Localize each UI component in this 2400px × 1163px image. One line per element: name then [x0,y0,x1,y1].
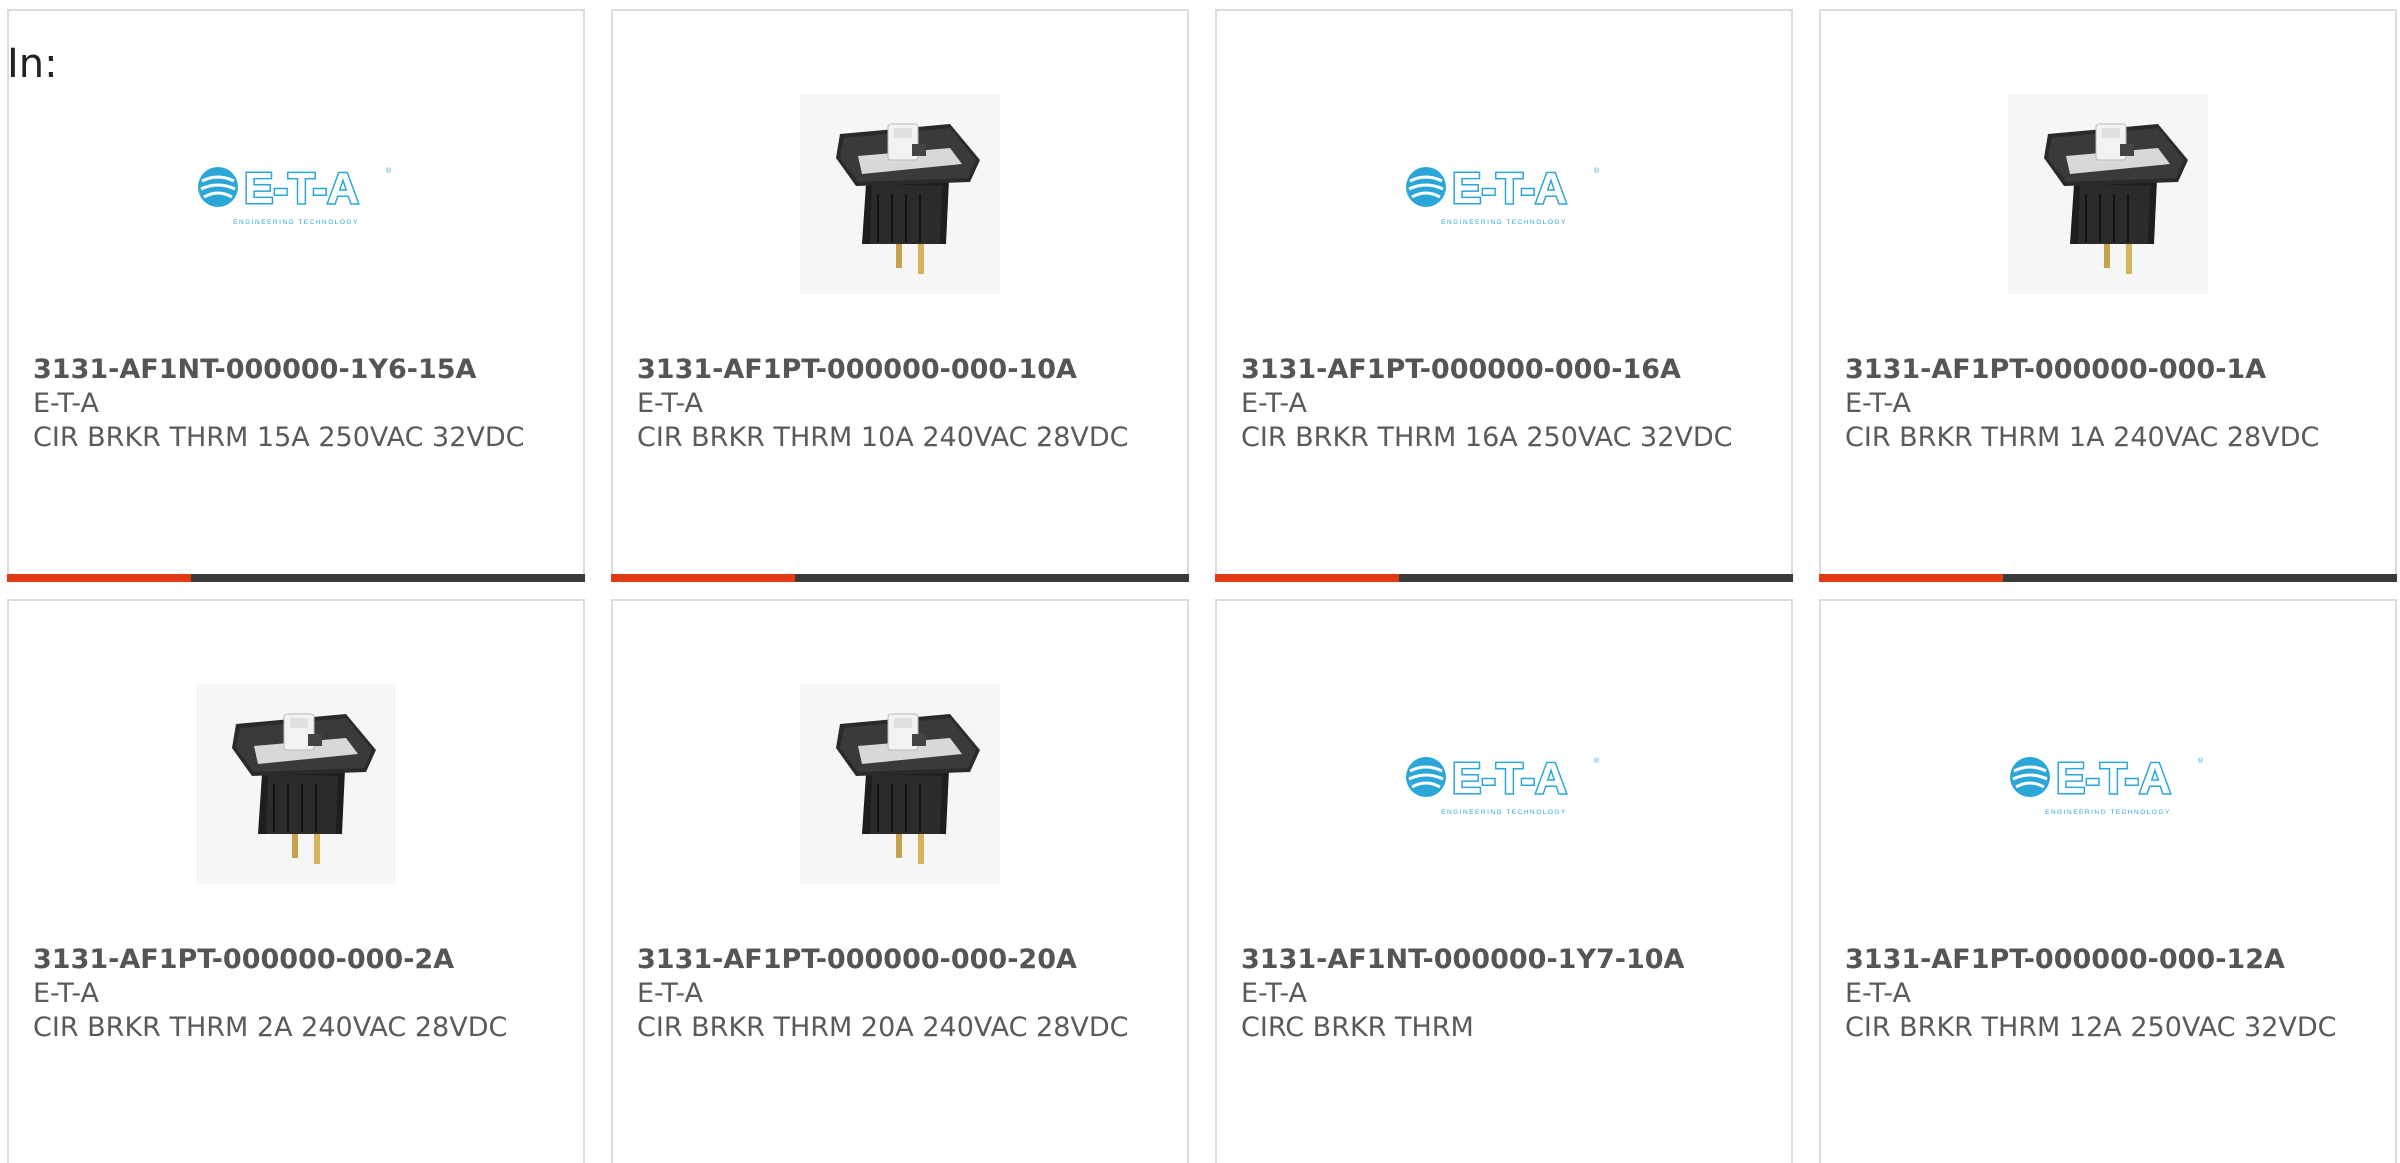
rocker-switch-icon [196,684,396,884]
eta-logo-icon: E-T-A ENGINEERING TECHNOLOGY ® [198,163,392,226]
svg-text:E-T-A: E-T-A [244,164,359,213]
card-bar [1819,574,2397,582]
card-bar-accent [7,574,191,582]
product-card[interactable]: 3131-AF1PT-000000-000-1A E-T-A CIR BRKR … [1819,9,2397,582]
svg-text:®: ® [386,167,392,175]
manufacturer: E-T-A [33,978,99,1009]
card-bar-accent [1215,574,1399,582]
part-number[interactable]: 3131-AF1PT-000000-000-2A [33,943,559,977]
svg-text:ENGINEERING TECHNOLOGY: ENGINEERING TECHNOLOGY [233,219,359,226]
product-card[interactable]: E-T-A ENGINEERING TECHNOLOGY ® 3131-AF1PT-… [1215,9,1793,582]
description: CIR BRKR THRM 20A 240VAC 28VDC [637,1012,1129,1043]
product-grid-page: In: E-T-A ENGINEERING TECHNOLOGY ® 3131-AF… [0,0,2400,1163]
product-image [613,675,1187,893]
manufacturer: E-T-A [1241,388,1307,419]
part-number[interactable]: 3131-AF1PT-000000-000-20A [637,943,1163,977]
in-heading: In: [7,41,58,87]
product-image [1821,85,2395,303]
manufacturer: E-T-A [1845,388,1911,419]
part-number[interactable]: 3131-AF1NT-000000-1Y6-15A [33,353,559,387]
svg-text:ENGINEERING TECHNOLOGY: ENGINEERING TECHNOLOGY [2045,809,2171,816]
part-number[interactable]: 3131-AF1PT-000000-000-16A [1241,353,1767,387]
product-image [9,675,583,893]
part-number[interactable]: 3131-AF1PT-000000-000-12A [1845,943,2371,977]
product-card[interactable]: 3131-AF1PT-000000-000-10A E-T-A CIR BRKR… [611,9,1189,582]
manufacturer: E-T-A [637,388,703,419]
manufacturer: E-T-A [637,978,703,1009]
product-image: E-T-A ENGINEERING TECHNOLOGY ® [1217,85,1791,303]
part-number[interactable]: 3131-AF1PT-000000-000-10A [637,353,1163,387]
description: CIRC BRKR THRM [1241,1012,1474,1043]
description: CIR BRKR THRM 12A 250VAC 32VDC [1845,1012,2337,1043]
card-bar [1215,574,1793,582]
product-image: E-T-A ENGINEERING TECHNOLOGY ® [9,85,583,303]
rocker-switch-icon [800,684,1000,884]
product-card[interactable]: 3131-AF1PT-000000-000-20A E-T-A CIR BRKR… [611,599,1189,1163]
svg-text:E-T-A: E-T-A [1452,164,1567,213]
svg-text:E-T-A: E-T-A [2056,754,2171,803]
card-bar-accent [1819,574,2003,582]
eta-logo-icon: E-T-A ENGINEERING TECHNOLOGY ® [1406,163,1600,226]
product-card[interactable]: 3131-AF1PT-000000-000-2A E-T-A CIR BRKR … [7,599,585,1163]
rocker-switch-icon [800,94,1000,294]
description: CIR BRKR THRM 16A 250VAC 32VDC [1241,422,1733,453]
rocker-switch-icon [2008,94,2208,294]
svg-text:E-T-A: E-T-A [1452,754,1567,803]
eta-logo-icon: E-T-A ENGINEERING TECHNOLOGY ® [1406,753,1600,816]
product-card[interactable]: E-T-A ENGINEERING TECHNOLOGY ® 3131-AF1NT-… [7,9,585,582]
svg-text:®: ® [1594,167,1600,175]
svg-text:ENGINEERING TECHNOLOGY: ENGINEERING TECHNOLOGY [1441,809,1567,816]
svg-text:®: ® [2198,757,2204,765]
product-card[interactable]: E-T-A ENGINEERING TECHNOLOGY ® 3131-AF1PT-… [1819,599,2397,1163]
svg-text:ENGINEERING TECHNOLOGY: ENGINEERING TECHNOLOGY [1441,219,1567,226]
part-number[interactable]: 3131-AF1NT-000000-1Y7-10A [1241,943,1767,977]
card-bar-accent [611,574,795,582]
eta-logo-icon: E-T-A ENGINEERING TECHNOLOGY ® [2010,753,2204,816]
svg-text:®: ® [1594,757,1600,765]
product-image [613,85,1187,303]
manufacturer: E-T-A [33,388,99,419]
manufacturer: E-T-A [1845,978,1911,1009]
product-card[interactable]: E-T-A ENGINEERING TECHNOLOGY ® 3131-AF1NT-… [1215,599,1793,1163]
description: CIR BRKR THRM 10A 240VAC 28VDC [637,422,1129,453]
description: CIR BRKR THRM 15A 250VAC 32VDC [33,422,525,453]
manufacturer: E-T-A [1241,978,1307,1009]
product-image: E-T-A ENGINEERING TECHNOLOGY ® [1217,675,1791,893]
description: CIR BRKR THRM 2A 240VAC 28VDC [33,1012,508,1043]
product-image: E-T-A ENGINEERING TECHNOLOGY ® [1821,675,2395,893]
card-bar [611,574,1189,582]
description: CIR BRKR THRM 1A 240VAC 28VDC [1845,422,2320,453]
card-bar [7,574,585,582]
part-number[interactable]: 3131-AF1PT-000000-000-1A [1845,353,2371,387]
